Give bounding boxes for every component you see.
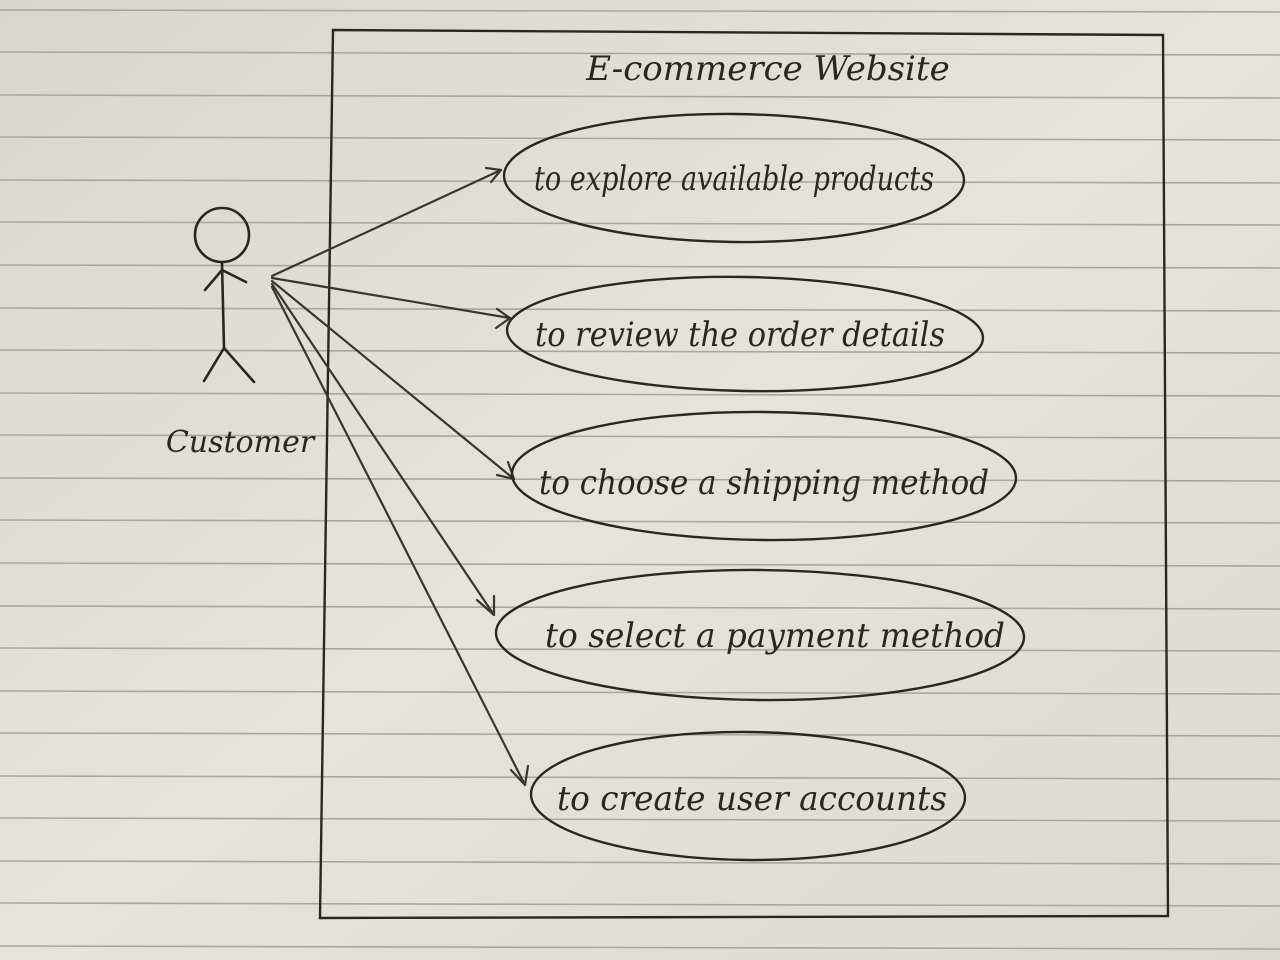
use-case-label: to select a payment method: [545, 616, 1005, 656]
use-case-label: to explore available products: [534, 159, 934, 199]
use-case-label: to review the order details: [535, 315, 945, 355]
use-case-diagram: E-commerce Website Customer to explore a…: [0, 0, 1280, 960]
actor-label: Customer: [166, 425, 316, 460]
use-case-label: to choose a shipping method: [539, 463, 989, 503]
use-case-label: to create user accounts: [557, 779, 947, 819]
system-title: E-commerce Website: [585, 49, 949, 89]
